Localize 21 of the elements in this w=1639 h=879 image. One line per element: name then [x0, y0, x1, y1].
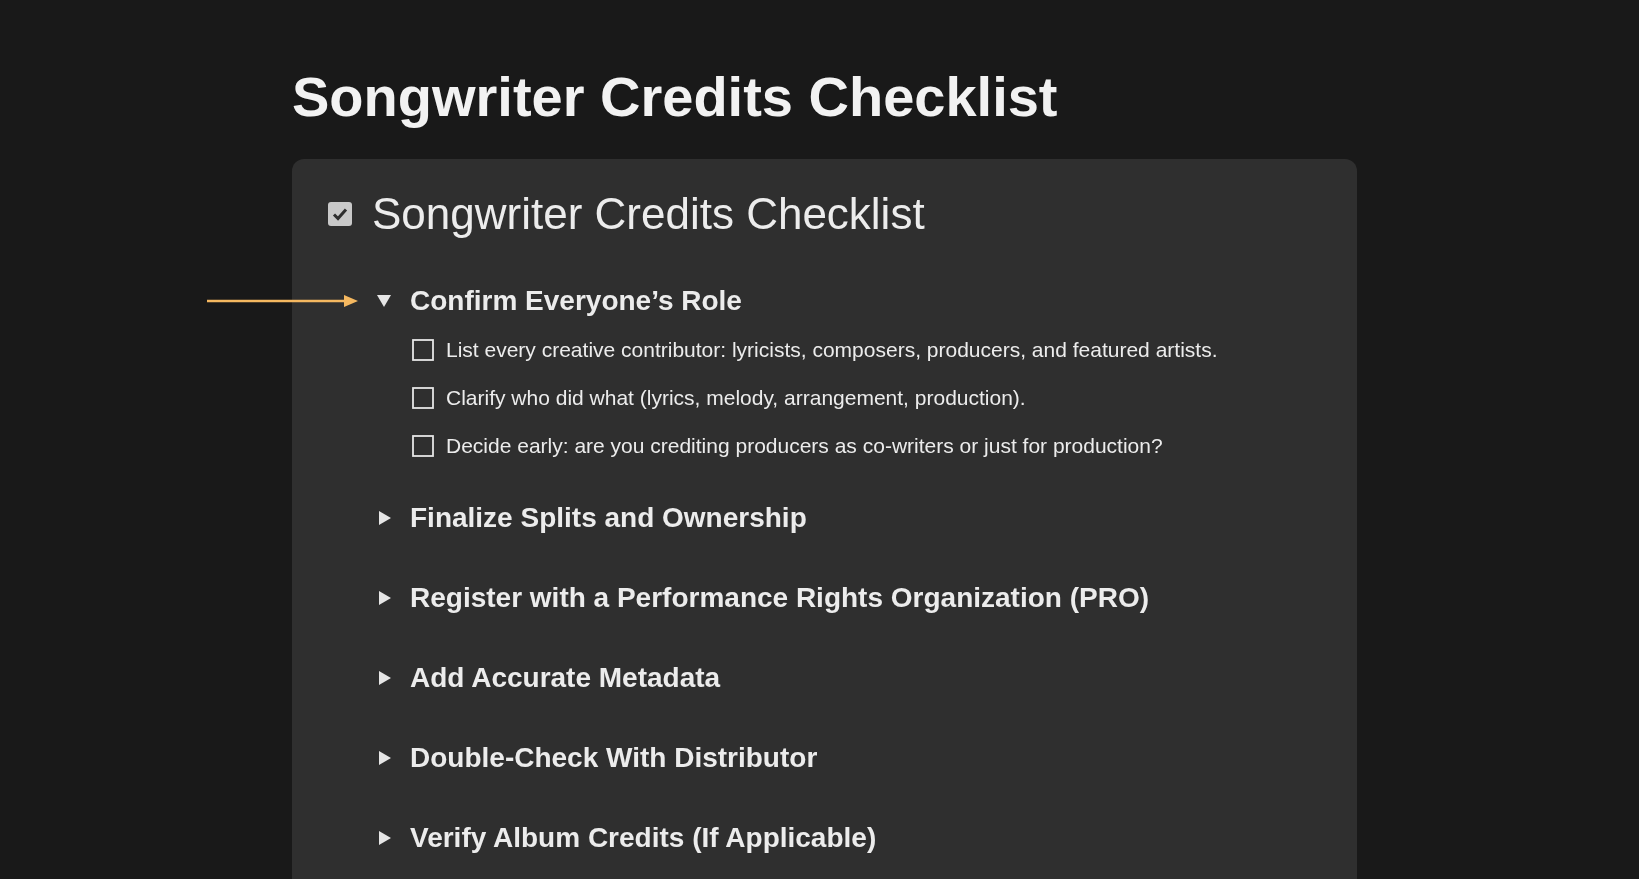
- expand-toggle-icon[interactable]: [376, 510, 392, 526]
- expand-toggle-icon[interactable]: [376, 670, 392, 686]
- page-title: Songwriter Credits Checklist: [292, 64, 1058, 130]
- checklist-item-text: Clarify who did what (lyrics, melody, arrangement, production).: [446, 386, 1026, 410]
- card-title: Songwriter Credits Checklist: [372, 188, 925, 240]
- section-heading: Double-Check With Distributor: [410, 742, 818, 774]
- section-heading: Register with a Performance Rights Organization (PRO): [410, 582, 1149, 614]
- expand-toggle-icon[interactable]: [376, 590, 392, 606]
- section-heading: Add Accurate Metadata: [410, 662, 721, 694]
- section-heading: Verify Album Credits (If Applicable): [410, 822, 877, 854]
- checkbox[interactable]: [412, 339, 434, 361]
- expand-toggle-icon[interactable]: [376, 750, 392, 766]
- expand-toggle-icon[interactable]: [376, 830, 392, 846]
- checkbox-icon[interactable]: [328, 202, 352, 226]
- collapse-toggle-icon[interactable]: [376, 293, 392, 309]
- checklist-item-text: List every creative contributor: lyricists, composers, producers, and featured artists.: [446, 338, 1218, 362]
- section-heading: Finalize Splits and Ownership: [410, 502, 807, 534]
- section-heading: Confirm Everyone’s Role: [410, 285, 742, 317]
- checkbox[interactable]: [412, 387, 434, 409]
- checklist-item-text: Decide early: are you crediting producers as co-writers or just for production?: [446, 434, 1163, 458]
- checkbox[interactable]: [412, 435, 434, 457]
